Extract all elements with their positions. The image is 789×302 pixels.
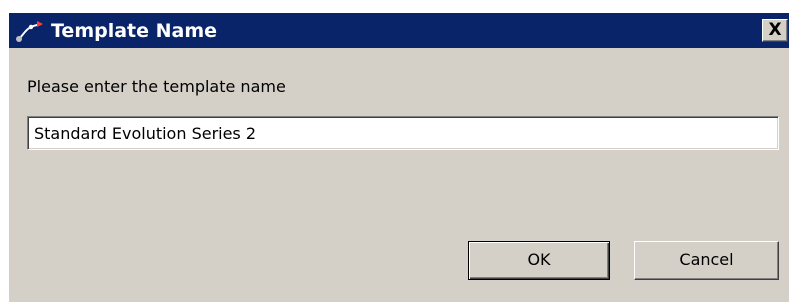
template-connector-icon xyxy=(15,17,45,43)
template-name-input[interactable] xyxy=(27,116,779,150)
close-icon: X xyxy=(768,20,782,40)
title-bar[interactable]: Template Name X xyxy=(9,13,789,48)
ok-button[interactable]: OK xyxy=(468,241,610,280)
cancel-button[interactable]: Cancel xyxy=(634,241,779,280)
close-button[interactable]: X xyxy=(762,19,788,42)
prompt-label: Please enter the template name xyxy=(27,77,286,96)
dialog-title: Template Name xyxy=(51,20,218,42)
template-name-dialog: Template Name X Please enter the templat… xyxy=(8,12,789,302)
